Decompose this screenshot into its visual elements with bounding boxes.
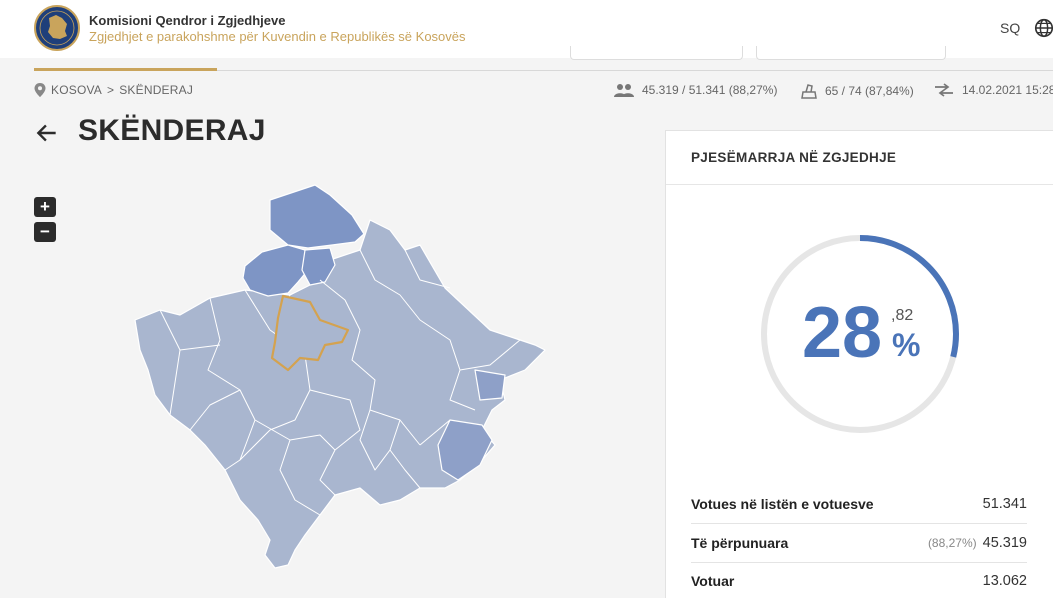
election-subtitle: Zgjedhjet e parakohshme për Kuvendin e R… (89, 29, 466, 44)
breadcrumb-root[interactable]: KOSOVA (51, 83, 102, 97)
row-value: 51.341 (982, 496, 1027, 512)
row-label: Të përpunuara (691, 535, 789, 551)
kqz-logo[interactable] (34, 5, 80, 51)
stats-row-registered: Votues në listën e votuesve 51.341 (691, 485, 1027, 524)
map-region-north-1[interactable] (269, 184, 365, 249)
participation-percent-integer: 28 (802, 293, 883, 373)
sync-arrows-icon (935, 83, 953, 97)
language-selector[interactable]: SQ (1000, 20, 1020, 36)
map-region-east-2[interactable] (474, 369, 506, 401)
back-arrow-icon[interactable] (34, 120, 60, 146)
breadcrumb-separator: > (107, 83, 115, 97)
ballot-box-icon (801, 84, 817, 99)
participation-percent-decimal: ,82 (891, 307, 914, 324)
row-label: Votuar (691, 573, 735, 589)
row-label: Votues në listën e votuesve (691, 496, 874, 512)
participation-panel: PJESËMARRJA NË ZGJEDHJE 28 ,82 % Votues … (665, 130, 1053, 598)
people-icon (614, 84, 634, 97)
voters-stat: 45.319 / 51.341 (88,27%) (614, 83, 777, 97)
active-tab-indicator[interactable] (34, 68, 217, 71)
zoom-out-button[interactable]: − (34, 222, 56, 242)
globe-icon[interactable] (1033, 17, 1053, 39)
hidden-dropdown[interactable] (570, 46, 743, 60)
row-value: 45.319 (982, 535, 1027, 551)
stats-row-voted: Votuar 13.062 (691, 562, 1027, 598)
updated-stat-text: 14.02.2021 15:28 (962, 83, 1053, 97)
kosovo-municipality-map[interactable] (120, 170, 560, 580)
panel-title: PJESËMARRJA NË ZGJEDHJE (666, 131, 1053, 185)
breadcrumb: KOSOVA > SKËNDERAJ (34, 83, 193, 97)
stats-row-processed: Të përpunuara (88,27%) 45.319 (691, 524, 1027, 563)
org-name: Komisioni Qendror i Zgjedhjeve (89, 13, 286, 28)
map-region-east[interactable] (437, 419, 493, 481)
row-percentage: (88,27%) (927, 536, 977, 550)
stations-stat: 65 / 74 (87,84%) (801, 83, 914, 99)
stations-stat-text: 65 / 74 (87,84%) (825, 84, 914, 98)
location-pin-icon (34, 83, 46, 97)
voters-stat-text: 45.319 / 51.341 (88,27%) (642, 83, 778, 97)
updated-stat: 14.02.2021 15:28 (934, 83, 1053, 97)
participation-percent-sign: % (892, 327, 921, 363)
breadcrumb-current: SKËNDERAJ (119, 83, 194, 97)
hidden-dropdown-2[interactable] (756, 46, 946, 60)
header: Komisioni Qendror i Zgjedhjeve Zgjedhjet… (0, 0, 1053, 60)
page-title: SKËNDERAJ (78, 114, 266, 147)
row-value: 13.062 (982, 573, 1027, 589)
zoom-in-button[interactable]: + (34, 197, 56, 217)
map-region-north-2[interactable] (242, 244, 309, 297)
